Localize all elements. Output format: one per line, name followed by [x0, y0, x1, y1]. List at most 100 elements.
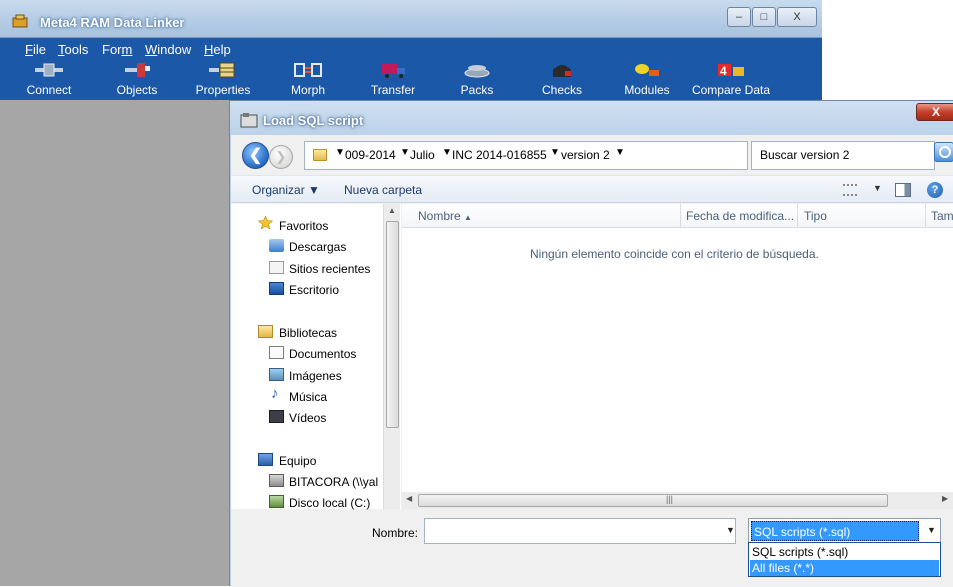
- breadcrumb-separator-icon: ▼: [335, 147, 345, 158]
- maximize-button[interactable]: □: [752, 7, 776, 27]
- app-titlebar: Meta4 RAM Data Linker – □ X: [0, 0, 822, 38]
- new-folder-button[interactable]: Nueva carpeta: [344, 183, 422, 197]
- forward-button[interactable]: ❯: [269, 145, 293, 169]
- network-drive-icon: [269, 474, 284, 487]
- back-button[interactable]: ❮: [242, 142, 269, 169]
- menu-window[interactable]: Window: [145, 42, 191, 57]
- local-disk-icon: [269, 495, 284, 508]
- address-bar[interactable]: ▼ 009-2014 ▼ Julio ▼ INC 2014-016855 ▼ v…: [304, 141, 813, 170]
- nav-item-sitios-recientes[interactable]: Sitios recientes: [289, 262, 370, 276]
- empty-list-message: Ningún elemento coincide con el criterio…: [530, 247, 819, 261]
- column-header-tamano[interactable]: Tam: [931, 209, 953, 223]
- nav-item-bitacora[interactable]: BITACORA (\\yal: [289, 475, 378, 489]
- toolbar-checks-button[interactable]: Checks: [539, 58, 585, 100]
- scroll-up-icon[interactable]: ▲: [388, 206, 396, 215]
- toolbar-transfer-button[interactable]: Transfer: [367, 58, 419, 100]
- toolbar-morph-button[interactable]: Morph: [285, 58, 331, 100]
- close-button[interactable]: X: [777, 7, 817, 27]
- sort-ascending-icon: ▲: [464, 213, 472, 222]
- toolbar-connect-button[interactable]: Connect: [26, 58, 72, 100]
- recent-places-icon: [269, 261, 284, 274]
- nav-item-documentos[interactable]: Documentos: [289, 347, 356, 361]
- app-title: Meta4 RAM Data Linker: [40, 15, 185, 30]
- menu-help[interactable]: Help: [204, 42, 231, 57]
- filename-input[interactable]: [424, 518, 736, 544]
- menu-file-accel: F: [25, 42, 33, 57]
- nav-item-disco-local[interactable]: Disco local (C:): [289, 496, 370, 510]
- menu-help-accel: H: [204, 42, 214, 57]
- file-list-hscrollbar[interactable]: ◀ ||| ▶: [402, 492, 953, 509]
- menu-file[interactable]: File: [25, 42, 46, 57]
- menu-window-accel: W: [145, 42, 158, 57]
- star-icon: [258, 216, 273, 229]
- app-logo-icon: [12, 14, 28, 28]
- svg-text:4: 4: [720, 64, 727, 78]
- breadcrumb-separator-icon[interactable]: ▼: [550, 147, 560, 158]
- nav-pane-scrollbar[interactable]: ▲: [383, 204, 400, 509]
- nav-item-equipo[interactable]: Equipo: [279, 454, 316, 468]
- view-options-dropdown-icon[interactable]: ▼: [873, 183, 882, 193]
- file-type-select[interactable]: SQL scripts (*.sql) ▼: [748, 518, 941, 544]
- toolbar-packs-label: Packs: [460, 83, 494, 97]
- downloads-folder-icon: [269, 239, 284, 252]
- nav-item-videos[interactable]: Vídeos: [289, 411, 326, 425]
- scroll-left-icon[interactable]: ◀: [406, 494, 412, 503]
- nav-item-favoritos[interactable]: Favoritos: [279, 219, 328, 233]
- menu-window-rest: indow: [157, 42, 192, 57]
- nav-item-escritorio[interactable]: Escritorio: [289, 283, 339, 297]
- toolbar-properties-label: Properties: [195, 83, 251, 97]
- file-type-dropdown-icon[interactable]: ▼: [927, 525, 936, 535]
- nav-item-imagenes[interactable]: Imágenes: [289, 369, 342, 383]
- search-input[interactable]: Buscar version 2: [751, 141, 935, 170]
- file-type-option-sql[interactable]: SQL scripts (*.sql): [750, 544, 939, 560]
- grip-icon: |||: [666, 494, 674, 504]
- toolbar-modules-button[interactable]: Modules: [619, 58, 675, 100]
- menu-form[interactable]: Form: [102, 42, 132, 57]
- toolbar-objects-button[interactable]: Objects: [112, 58, 162, 100]
- scroll-right-icon[interactable]: ▶: [942, 494, 948, 503]
- menu-tools[interactable]: Tools: [58, 42, 88, 57]
- column-separator[interactable]: [797, 204, 798, 228]
- toolbar-connect-label: Connect: [26, 83, 72, 97]
- column-header-fecha[interactable]: Fecha de modifica...: [686, 209, 794, 223]
- column-separator[interactable]: [680, 204, 681, 228]
- breadcrumb-separator-icon[interactable]: ▼: [442, 147, 452, 158]
- toolbar-properties-button[interactable]: Properties: [194, 58, 252, 100]
- file-type-option-all[interactable]: All files (*.*): [750, 560, 939, 576]
- objects-icon: [125, 63, 150, 77]
- breadcrumb-item-julio[interactable]: Julio: [410, 148, 435, 162]
- breadcrumb-item-inc[interactable]: INC 2014-016855: [452, 148, 547, 162]
- menu-file-rest: ile: [32, 42, 46, 57]
- breadcrumb-item-009-2014[interactable]: 009-2014: [345, 148, 396, 162]
- computer-icon: [258, 453, 273, 466]
- filename-dropdown-icon[interactable]: ▼: [726, 525, 735, 535]
- breadcrumb-separator-icon[interactable]: ▼: [615, 147, 625, 158]
- column-separator[interactable]: [925, 204, 926, 228]
- column-header-nombre-label: Nombre: [418, 209, 461, 223]
- toolbar-modules-label: Modules: [624, 83, 670, 97]
- nav-item-musica[interactable]: Música: [289, 390, 327, 404]
- change-view-icon[interactable]: [843, 184, 857, 196]
- column-header-tipo[interactable]: Tipo: [804, 209, 827, 223]
- compare-data-icon: 4: [718, 64, 744, 78]
- nav-pane-scrollbar-thumb[interactable]: [386, 221, 399, 428]
- packs-icon: [464, 65, 490, 78]
- toolbar-compare-data-button[interactable]: 4 Compare Data: [689, 58, 773, 100]
- organize-menu-button[interactable]: Organizar ▼: [252, 183, 320, 197]
- preview-pane-icon[interactable]: [895, 183, 911, 197]
- search-icon[interactable]: [934, 142, 953, 162]
- toolbar-morph-label: Morph: [290, 83, 325, 97]
- toolbar-transfer-label: Transfer: [370, 83, 416, 97]
- nav-item-descargas[interactable]: Descargas: [289, 240, 346, 254]
- toolbar-packs-button[interactable]: Packs: [454, 58, 500, 100]
- nav-item-bibliotecas[interactable]: Bibliotecas: [279, 326, 337, 340]
- breadcrumb-separator-icon[interactable]: ▼: [400, 147, 410, 158]
- dialog-close-button[interactable]: X: [916, 103, 953, 121]
- command-bar: Organizar ▼ Nueva carpeta ▼ ?: [231, 175, 953, 203]
- navigation-pane: Favoritos Descargas Sitios recientes Esc…: [231, 204, 401, 510]
- breadcrumb-item-version-2[interactable]: version 2: [561, 148, 610, 162]
- help-icon[interactable]: ?: [927, 182, 943, 198]
- file-list-hscrollbar-thumb[interactable]: |||: [418, 494, 888, 507]
- minimize-button[interactable]: –: [727, 7, 751, 27]
- column-header-nombre[interactable]: Nombre ▲: [418, 209, 472, 223]
